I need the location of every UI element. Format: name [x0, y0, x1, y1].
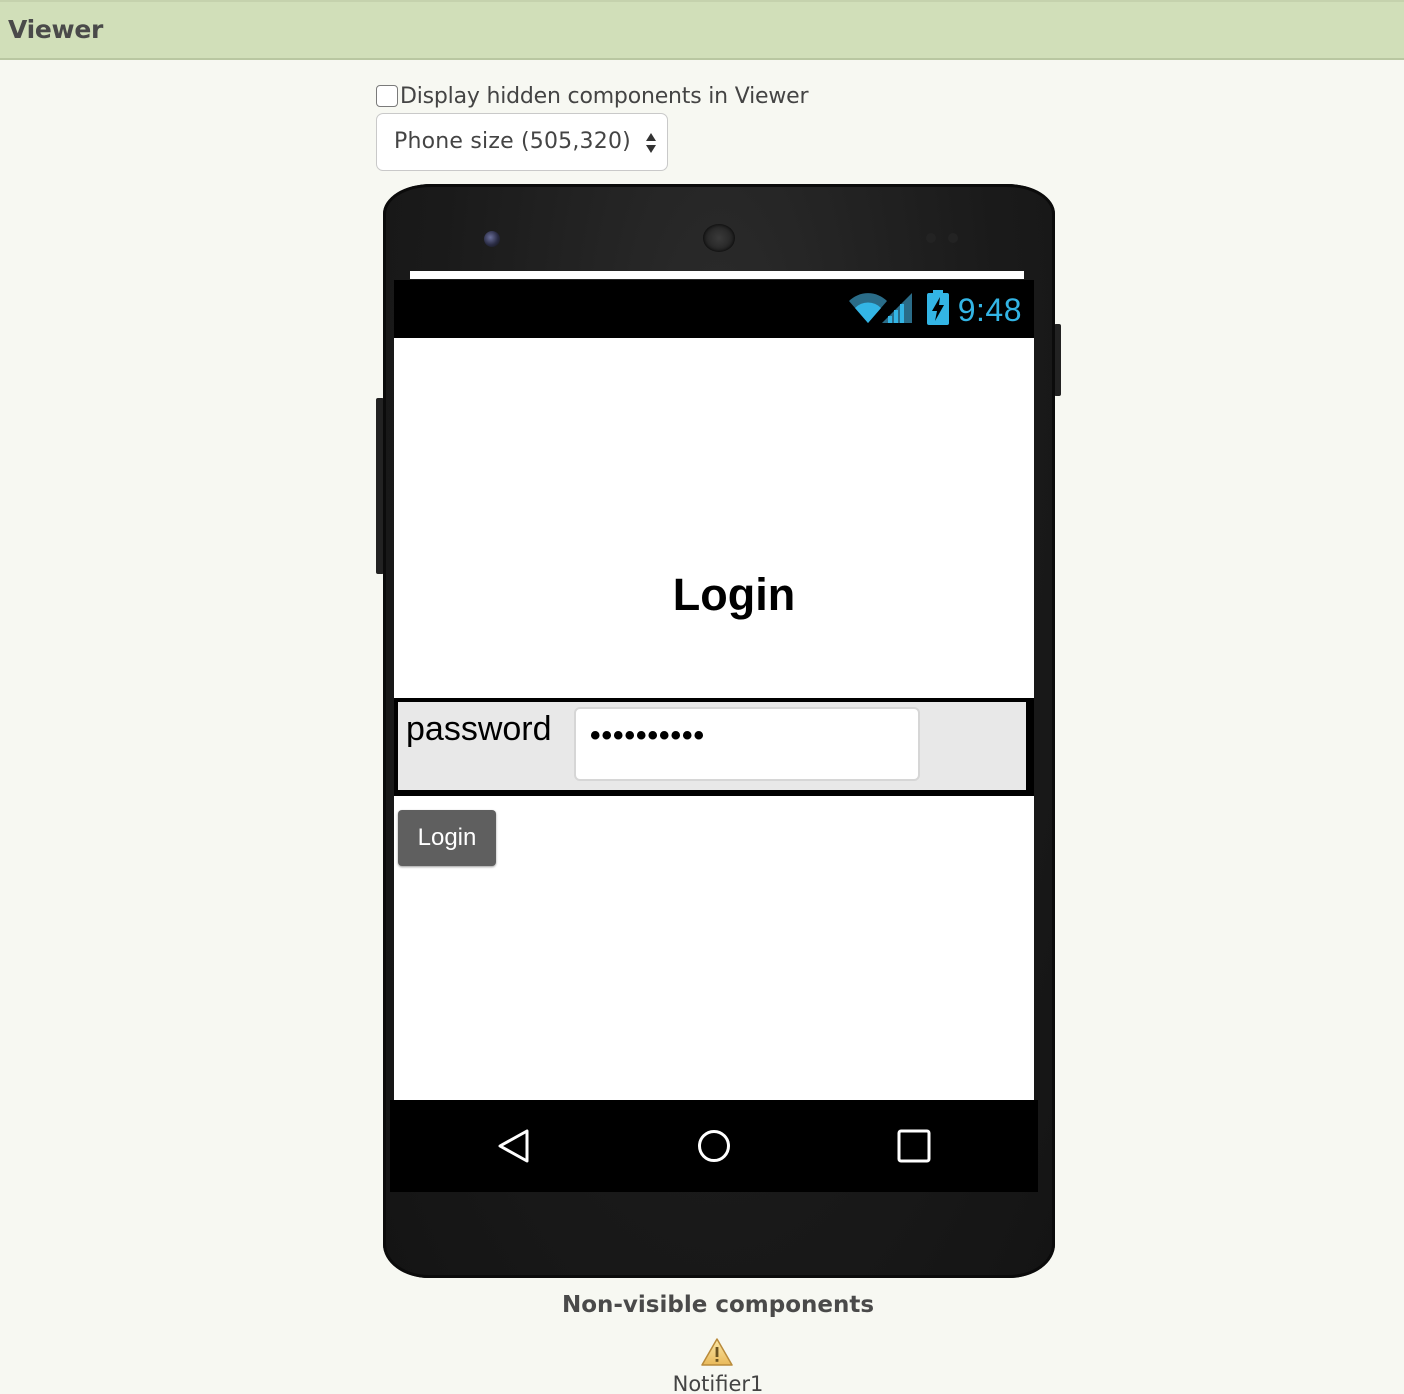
notifier-component-label[interactable]: Notifier1	[0, 1372, 1404, 1394]
password-textbox[interactable]: ••••••••••	[574, 707, 920, 781]
screen-heading-area: Login	[394, 338, 1034, 698]
password-label[interactable]: password	[406, 710, 552, 749]
status-bar: 9:48	[394, 280, 1034, 338]
navigation-bar	[390, 1100, 1038, 1192]
status-time: 9:48	[957, 292, 1022, 328]
phone-size-select[interactable]: Phone size (505,320)	[376, 113, 668, 171]
light-sensor-icon	[948, 233, 958, 243]
phone-size-value: Phone size (505,320)	[394, 129, 631, 154]
warning-icon[interactable]	[701, 1338, 733, 1366]
select-arrows-icon	[646, 133, 656, 153]
screen-bottom-area: Login	[394, 796, 1034, 1100]
phone-screen-top-edge	[410, 271, 1024, 279]
earpiece-speaker-icon	[703, 224, 735, 252]
password-arrangement-inner: password ••••••••••	[398, 702, 1026, 790]
non-visible-components-title: Non-visible components	[561, 1292, 875, 1318]
back-icon	[498, 1129, 529, 1163]
recents-icon	[897, 1129, 931, 1163]
display-hidden-components-checkbox[interactable]	[376, 85, 398, 107]
proximity-sensor-icon	[926, 233, 936, 243]
viewer-title: Viewer	[8, 15, 104, 44]
battery-charging-icon	[927, 290, 949, 325]
front-camera-icon	[484, 231, 500, 247]
signal-icon	[882, 293, 912, 323]
password-value: ••••••••••	[590, 719, 706, 752]
viewer-header: Viewer	[0, 0, 1404, 60]
home-icon	[698, 1130, 730, 1162]
designer-viewer-panel: Viewer Display hidden components in View…	[0, 0, 1404, 1394]
login-heading-label[interactable]: Login	[394, 569, 1034, 621]
display-hidden-components-label[interactable]: Display hidden components in Viewer	[400, 84, 808, 109]
password-arrangement[interactable]: password ••••••••••	[394, 698, 1034, 796]
login-button[interactable]: Login	[398, 810, 496, 866]
phone-power-button	[1054, 324, 1061, 396]
